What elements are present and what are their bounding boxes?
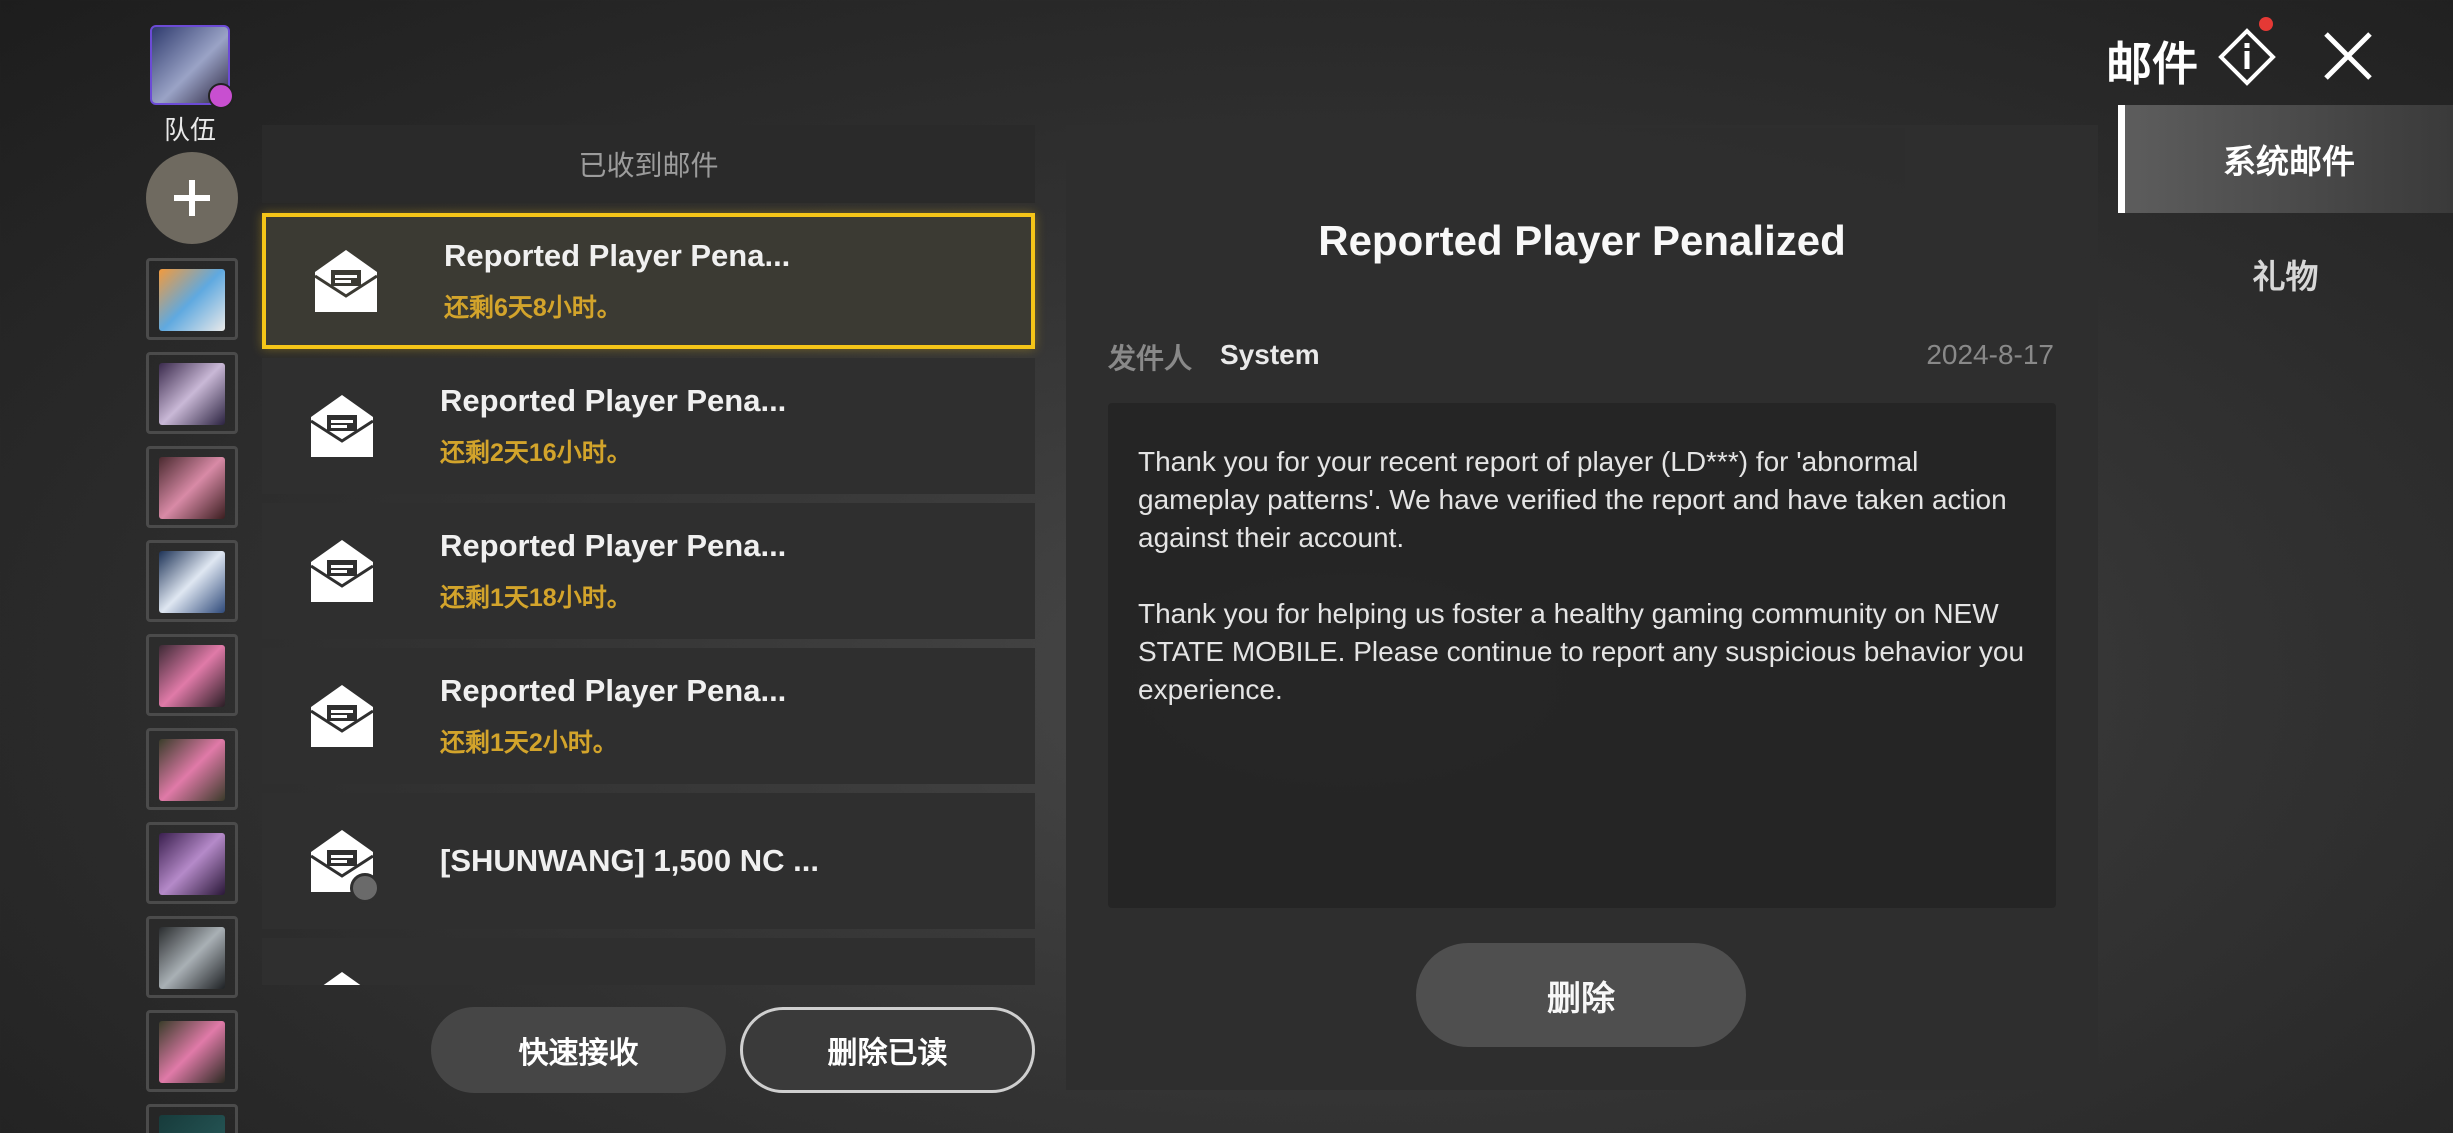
delete-button[interactable]: 删除: [1416, 943, 1746, 1047]
mail-remaining: 还剩1天18小时。: [440, 584, 632, 612]
mail-body: Thank you for your recent report of play…: [1108, 403, 2056, 908]
friend-avatar[interactable]: [146, 634, 238, 716]
sender-name: System: [1220, 339, 1320, 370]
quick-receive-button[interactable]: 快速接收: [431, 1007, 726, 1093]
mail-remaining: 还剩6天8小时。: [444, 294, 622, 322]
friend-avatar[interactable]: [146, 1104, 238, 1133]
mail-list-panel: 已收到邮件 Reported Player Pena... 还剩6天8小时。 R…: [262, 125, 1035, 985]
mail-row[interactable]: Reported Player Pena... 还剩1天18小时。: [262, 503, 1035, 639]
info-icon[interactable]: [2218, 28, 2276, 86]
mail-date: 2024-8-17: [1926, 339, 2054, 370]
tab-gift[interactable]: 礼物: [2118, 220, 2453, 328]
mail-open-icon: [314, 250, 378, 312]
mail-row-partial[interactable]: [262, 938, 1035, 985]
mail-row[interactable]: Reported Player Pena... 还剩1天2小时。: [262, 648, 1035, 784]
delete-read-button[interactable]: 删除已读: [740, 1007, 1035, 1093]
check-icon: [350, 873, 380, 903]
notification-dot: [2259, 17, 2273, 31]
mail-row[interactable]: Reported Player Pena... 还剩6天8小时。: [262, 213, 1035, 349]
friend-avatar[interactable]: [146, 1010, 238, 1092]
mail-title: Reported Player Pena...: [440, 528, 787, 563]
level-badge: [208, 83, 234, 109]
friend-avatar[interactable]: [146, 540, 238, 622]
mail-detail-title: Reported Player Penalized: [1318, 217, 1846, 264]
friend-avatar[interactable]: [146, 446, 238, 528]
mail-title: Reported Player Pena...: [440, 383, 787, 418]
plus-icon: [174, 180, 210, 216]
mail-body-paragraph: Thank you for your recent report of play…: [1138, 446, 2007, 553]
mail-detail-panel: Reported Player Penalized 发件人 System 202…: [1066, 125, 2098, 1090]
friends-sidebar: 队伍: [0, 0, 240, 1133]
friend-avatar[interactable]: [146, 352, 238, 434]
mail-open-icon: [310, 540, 374, 602]
friend-avatar[interactable]: [146, 258, 238, 340]
page-title: 邮件: [2106, 38, 2198, 90]
mail-row[interactable]: Reported Player Pena... 还剩2天16小时。: [262, 358, 1035, 494]
mail-open-icon: [310, 685, 374, 747]
mail-title: Reported Player Pena...: [440, 673, 787, 708]
mail-body-paragraph: Thank you for helping us foster a health…: [1138, 598, 2025, 705]
mail-row[interactable]: [SHUNWANG] 1,500 NC ...: [262, 793, 1035, 929]
friend-avatar[interactable]: [146, 822, 238, 904]
tab-system-mail[interactable]: 系统邮件: [2118, 105, 2453, 213]
mail-title: Reported Player Pena...: [444, 238, 791, 273]
mail-remaining: 还剩1天2小时。: [440, 729, 618, 757]
friend-avatar[interactable]: [146, 728, 238, 810]
mail-title: [SHUNWANG] 1,500 NC ...: [440, 843, 819, 878]
team-avatar[interactable]: [150, 25, 234, 109]
add-friend-button[interactable]: [146, 152, 238, 244]
friend-avatar[interactable]: [146, 916, 238, 998]
mail-open-icon: [310, 395, 374, 457]
mail-remaining: 还剩2天16小时。: [440, 439, 632, 467]
team-label: 队伍: [163, 115, 216, 145]
received-mail-header: 已收到邮件: [262, 125, 1035, 203]
close-icon[interactable]: [2322, 30, 2374, 82]
sender-label: 发件人: [1108, 343, 1193, 374]
mail-open-icon: [323, 972, 361, 985]
